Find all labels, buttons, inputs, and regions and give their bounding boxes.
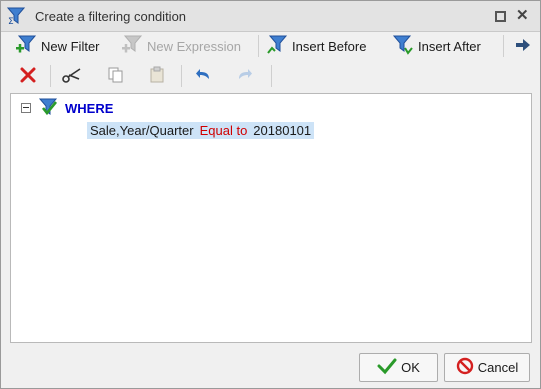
svg-text:Σ: Σ — [8, 17, 14, 25]
redo-button[interactable] — [233, 65, 255, 87]
new-filter-label: New Filter — [41, 38, 100, 54]
title-bar[interactable]: Σ Create a filtering condition ✕ — [1, 1, 540, 32]
close-icon[interactable]: ✕ — [516, 8, 529, 23]
undo-icon — [195, 66, 213, 87]
condition-row[interactable]: Sale,Year/Quarter Equal to 20180101 — [87, 122, 315, 139]
new-filter-icon — [15, 35, 41, 58]
copy-icon — [107, 66, 125, 87]
ok-button[interactable]: OK — [359, 353, 438, 382]
delete-button[interactable] — [17, 65, 39, 87]
check-icon — [377, 357, 397, 378]
paste-icon — [148, 66, 166, 87]
paste-button[interactable] — [146, 65, 168, 87]
redo-icon — [235, 66, 253, 87]
cancel-icon — [456, 357, 474, 378]
new-expression-button[interactable]: New Expression — [121, 35, 241, 57]
ok-label: OK — [401, 360, 420, 375]
new-expression-label: New Expression — [147, 38, 241, 54]
copy-button[interactable] — [105, 65, 127, 87]
toolbar-separator — [50, 65, 51, 87]
filter-icon: Σ — [6, 7, 26, 27]
undo-button[interactable] — [193, 65, 215, 87]
toolbar-separator — [271, 65, 272, 87]
toolbar-separator — [258, 35, 259, 57]
where-label: WHERE — [65, 100, 114, 116]
where-filter-icon — [38, 98, 59, 119]
condition-operator[interactable]: Equal to — [200, 123, 248, 138]
collapse-toggle[interactable] — [21, 103, 31, 113]
tree-root-where[interactable]: WHERE — [21, 98, 113, 118]
condition-tree[interactable]: WHERE Sale,Year/Quarter Equal to 2018010… — [10, 93, 532, 343]
insert-after-label: Insert After — [418, 38, 481, 54]
insert-before-label: Insert Before — [292, 38, 367, 54]
edit-toolbar — [1, 61, 540, 89]
insert-after-button[interactable]: Insert After — [392, 35, 481, 57]
insert-after-icon — [392, 35, 418, 58]
new-filter-button[interactable]: New Filter — [15, 35, 100, 57]
cut-icon — [62, 66, 82, 87]
condition-value[interactable]: 20180101 — [253, 123, 311, 138]
cancel-label: Cancel — [477, 360, 519, 375]
main-toolbar: New Filter New Expression Insert Before — [1, 32, 540, 60]
more-button[interactable] — [514, 35, 536, 57]
dialog-title: Create a filtering condition — [35, 9, 187, 24]
toolbar-separator — [181, 65, 182, 87]
condition-field[interactable]: Sale,Year/Quarter — [90, 123, 194, 138]
new-expression-icon — [121, 35, 147, 58]
insert-before-icon — [266, 35, 292, 58]
toolbar-separator — [503, 35, 504, 57]
more-arrow-icon — [514, 36, 536, 57]
maximize-icon[interactable] — [495, 11, 506, 22]
delete-icon — [19, 66, 37, 87]
insert-before-button[interactable]: Insert Before — [266, 35, 366, 57]
filter-dialog: Σ Create a filtering condition ✕ New Fil… — [0, 0, 541, 389]
cut-button[interactable] — [61, 65, 83, 87]
cancel-button[interactable]: Cancel — [444, 353, 530, 382]
